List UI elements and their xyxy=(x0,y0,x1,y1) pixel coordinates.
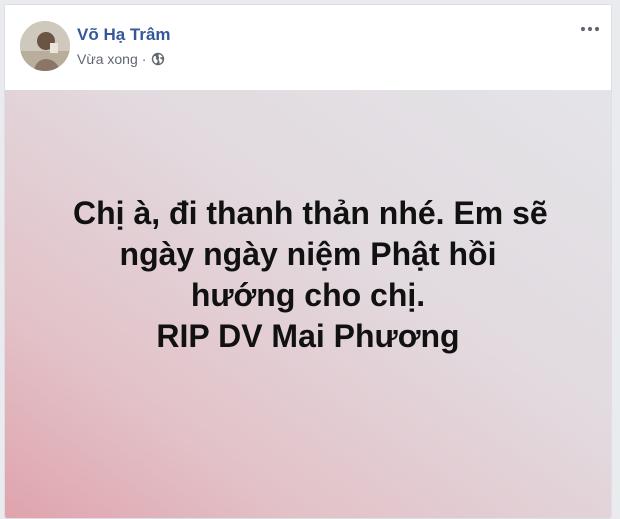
post-background-text: Chị à, đi thanh thản nhé. Em sẽ ngày ngà… xyxy=(5,90,611,518)
post-message-line: RIP DV Mai Phương xyxy=(156,318,460,354)
post-timestamp[interactable]: Vừa xong xyxy=(77,51,138,67)
author-avatar[interactable] xyxy=(20,21,70,71)
globe-icon[interactable] xyxy=(151,52,165,66)
meta-separator: · xyxy=(141,51,147,67)
post-message: Chị à, đi thanh thản nhé. Em sẽ ngày ngà… xyxy=(73,193,548,357)
avatar-photo-icon xyxy=(20,21,70,71)
post-card: Võ Hạ Trâm Vừa xong · Chị à, đi thanh th… xyxy=(4,4,612,519)
post-header: Võ Hạ Trâm Vừa xong · xyxy=(5,5,611,87)
more-options-icon[interactable] xyxy=(577,19,603,39)
post-message-line: Chị à, đi thanh thản nhé. Em sẽ xyxy=(73,195,548,231)
post-message-line: ngày ngày niệm Phật hồi xyxy=(119,236,497,272)
post-meta: Vừa xong · xyxy=(77,51,165,67)
post-message-line: hướng cho chị. xyxy=(190,277,426,313)
author-name[interactable]: Võ Hạ Trâm xyxy=(77,25,171,45)
